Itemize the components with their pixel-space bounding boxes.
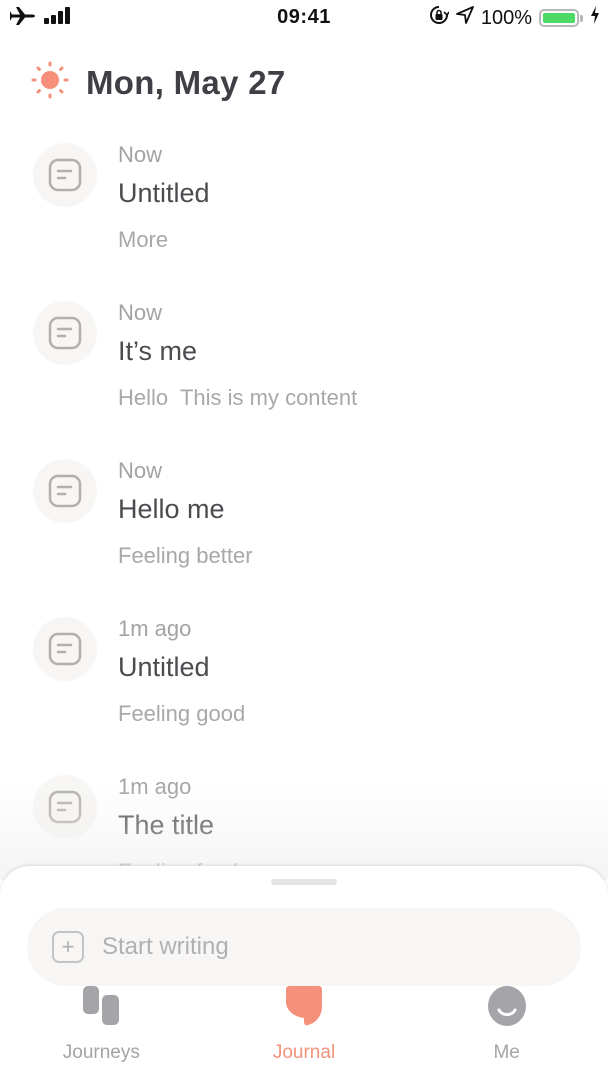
tab-label: Me <box>493 1042 520 1063</box>
sheet-drag-handle[interactable] <box>271 879 337 885</box>
note-icon <box>33 143 97 207</box>
smiley-icon <box>483 984 531 1028</box>
compose-bar[interactable]: + <box>27 908 581 986</box>
battery-percent: 100% <box>480 6 532 29</box>
entry-time: Now <box>118 458 163 483</box>
entry-body: Hello This is my content <box>118 385 358 410</box>
entry-time: 1m ago <box>118 616 192 641</box>
journal-icon <box>280 984 328 1028</box>
entry-body: Feeling better <box>118 543 253 568</box>
tab-me[interactable]: Me <box>405 976 608 1080</box>
entry-time: Now <box>118 142 163 167</box>
start-writing-input[interactable] <box>102 933 542 961</box>
location-icon <box>455 6 474 30</box>
entry-time: Now <box>118 300 163 325</box>
entry-time: 1m ago <box>118 774 192 799</box>
tab-label: Journal <box>272 1042 336 1063</box>
entry-title: Untitled <box>118 178 210 208</box>
entry-body: More <box>118 227 169 252</box>
orientation-lock-icon <box>429 5 450 31</box>
battery-icon <box>539 9 583 27</box>
note-icon <box>33 301 97 365</box>
tab-journal[interactable]: Journal <box>203 976 406 1080</box>
entry-title: Hello me <box>118 494 225 524</box>
tab-bar: Journeys Journal Me <box>0 976 608 1080</box>
journal-entry[interactable]: Now Untitled More <box>0 130 608 280</box>
note-icon <box>33 459 97 523</box>
charging-icon <box>590 6 600 30</box>
tab-label: Journeys <box>62 1042 140 1063</box>
date-header: Mon, May 27 <box>30 60 286 105</box>
note-icon <box>33 775 97 839</box>
journal-entry[interactable]: Now It’s me Hello This is my content <box>0 288 608 438</box>
page-title: Mon, May 27 <box>86 63 286 101</box>
note-icon <box>33 617 97 681</box>
plus-square-icon[interactable]: + <box>52 931 84 963</box>
entry-body: Feeling good <box>118 701 246 726</box>
tab-journeys[interactable]: Journeys <box>0 976 203 1080</box>
journal-entry[interactable]: 1m ago The title Feeling fresh <box>0 762 608 870</box>
status-bar: 09:41 100% <box>0 0 608 36</box>
entry-title: The title <box>118 810 215 840</box>
journal-entry-list[interactable]: Now Untitled More Now It’s me Hello This… <box>0 130 608 870</box>
journeys-icon <box>77 984 125 1028</box>
journal-entry[interactable]: 1m ago Untitled Feeling good <box>0 604 608 754</box>
entry-title: It’s me <box>118 336 198 366</box>
sun-icon <box>30 60 70 105</box>
entry-title: Untitled <box>118 652 210 682</box>
journal-entry[interactable]: Now Hello me Feeling better <box>0 446 608 596</box>
